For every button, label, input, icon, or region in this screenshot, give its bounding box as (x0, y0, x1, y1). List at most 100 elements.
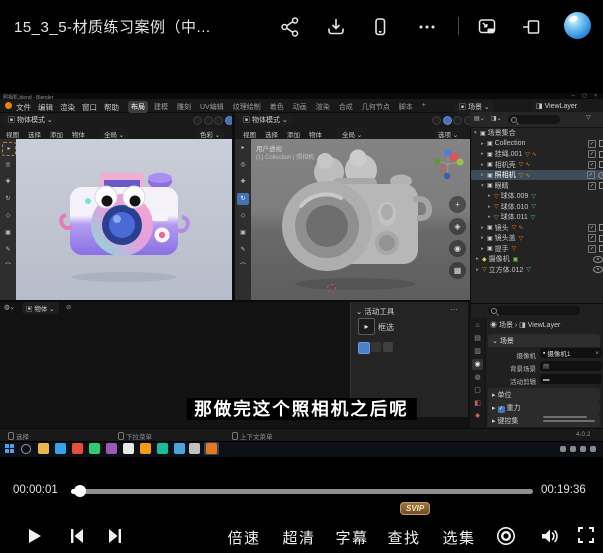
tool-move-icon: ✚ (2, 176, 14, 188)
tab-uv: UV编辑 (197, 101, 227, 113)
outliner-row: ▸▽球体.009▽ (471, 191, 603, 201)
active-clip-value: ▬ (540, 374, 602, 384)
taskbar-app-icon (174, 443, 185, 454)
taskbar-app-icon (106, 443, 117, 454)
tab-modeling: 建模 (151, 101, 171, 113)
right-tool-column: ▸ ◎ ✚ ↻ ◇ ▣ ✎ ⌒ (235, 139, 252, 300)
tool-annotate-icon: ✎ (2, 244, 14, 256)
search-icon (511, 117, 517, 123)
taskbar-search-icon (21, 444, 31, 454)
outliner-row: ▸▣相机壳▽∿✓ (471, 160, 603, 170)
picture-in-picture-icon[interactable] (475, 15, 499, 39)
shader-object-dropdown: ▣ 物体 ⌄ (22, 302, 59, 314)
status-hint: 选择 (8, 431, 29, 441)
search-icon (491, 308, 497, 314)
gravity-panel-header: ▸✓重力 (488, 401, 600, 414)
menu-window: 窗口 (82, 102, 97, 113)
tool-transform-icon: ▣ (2, 227, 14, 239)
scene-panel-header: ⌄ 场景 (488, 334, 600, 347)
play-button[interactable] (22, 524, 46, 548)
menu-file: 文件 (16, 102, 31, 113)
tool-cursor-icon: ◎ (237, 159, 249, 171)
find-button[interactable]: 查找 (380, 527, 428, 548)
tool-measure-icon: ⌒ (237, 261, 249, 273)
subtitles-button[interactable]: 字幕 (328, 527, 376, 548)
menu-render: 渲染 (60, 102, 75, 113)
menu-edit: 编辑 (38, 102, 53, 113)
playback-speed-button[interactable]: 倍速 (220, 527, 268, 548)
tray-icon (560, 446, 566, 452)
background-scene-label: 背景场景 (486, 363, 536, 373)
tool-rotate-icon: ↻ (237, 193, 249, 205)
tool-measure-icon: ⌒ (2, 261, 14, 273)
tray-icon (580, 446, 586, 452)
tool-move-icon: ✚ (237, 176, 249, 188)
rendered-camera-illustration (44, 155, 204, 285)
progress-bar[interactable] (71, 489, 533, 494)
texture-tab-icon: ✸ (472, 411, 483, 422)
grid-view-icon: ▦ (449, 262, 466, 279)
right-menu-add: 添加 (287, 129, 300, 139)
camera-field-label: 摄像机 (486, 350, 536, 360)
tab-geometry-nodes: 几何节点 (359, 101, 393, 113)
left-menu-object: 物体 (72, 129, 85, 139)
taskbar-app-icon (140, 443, 151, 454)
left-menu-add: 添加 (50, 129, 63, 139)
camera-view-icon: ◉ (449, 240, 466, 257)
tray-icon (590, 446, 596, 452)
phone-mirror-icon[interactable] (368, 15, 392, 39)
tool-transform-icon: ▣ (237, 227, 249, 239)
outliner-row: ▸▽球体.010▽ (471, 202, 603, 212)
download-icon[interactable] (324, 15, 348, 39)
color-swatch (371, 342, 381, 352)
taskbar-app-icon (72, 443, 83, 454)
tab-animation: 动画 (290, 101, 310, 113)
right-menu-select: 选择 (265, 129, 278, 139)
outliner-display-mode-icon: ▤⌄ (474, 115, 485, 122)
left-menu-view: 视图 (6, 129, 19, 139)
color-swatch (358, 342, 370, 354)
tab-render: 渲染 (313, 101, 333, 113)
episodes-button[interactable]: 选集 (435, 527, 483, 548)
material-tab-icon: ◧ (472, 398, 483, 409)
outliner-row-selected: ▸▣照相机▽∿✓ (471, 170, 603, 180)
volume-button[interactable] (537, 524, 561, 548)
float-window-icon[interactable] (519, 15, 543, 39)
blender-status-bar (0, 428, 603, 442)
tab-compositing: 合成 (336, 101, 356, 113)
menu-help: 帮助 (104, 102, 119, 113)
more-icon[interactable] (415, 15, 439, 39)
output-tab-icon: ▥ (472, 346, 483, 357)
progress-knob[interactable] (74, 485, 86, 497)
active-tool-panel-header: ⌄ 活动工具 (356, 306, 394, 317)
outliner-row: ▸▽球体.011▽ (471, 212, 603, 222)
outliner-row: ▾▣场景集合 (471, 128, 603, 138)
zoom-icon: + (449, 196, 466, 213)
properties-breadcrumb: ◉ 场景 › ◨ ViewLayer (490, 320, 560, 330)
active-tool-label: 框选 (378, 322, 394, 333)
subtitle-overlay: 那做完这个照相机之后呢 (186, 396, 417, 421)
tool-rotate-icon: ↻ (2, 193, 14, 205)
fullscreen-button[interactable] (574, 523, 598, 547)
tool-select-box-icon: ▸ (237, 142, 249, 154)
pan-hand-icon: ◈ (449, 218, 466, 235)
right-shading-toggle (432, 116, 473, 125)
funnel-filter-icon: ▽ (586, 114, 591, 121)
avatar[interactable] (564, 12, 591, 39)
outliner-row: ▸▽立方体.012▽ (471, 265, 603, 275)
workspace-tabs: 布局 建模 雕刻 UV编辑 纹理绘制 着色 动画 渲染 合成 几何节点 脚本 + (128, 101, 429, 113)
previous-episode-button[interactable] (65, 524, 89, 548)
quality-button[interactable]: 超清 (275, 527, 323, 548)
outliner-row: ▸▣提手▽✓ (471, 244, 603, 254)
next-episode-button[interactable] (103, 524, 127, 548)
tab-sculpting: 雕刻 (174, 101, 194, 113)
loop-mode-button[interactable] (494, 524, 518, 548)
share-icon[interactable] (278, 15, 302, 39)
total-duration: 00:19:36 (541, 484, 586, 496)
outliner-row: ▸▣镜头盖▽✓ (471, 233, 603, 243)
render-tab-icon: ▤ (472, 333, 483, 344)
tool-scale-icon: ◇ (237, 210, 249, 222)
slash-icon: ⊘ (66, 303, 71, 311)
elapsed-time: 00:00:01 (13, 484, 58, 496)
outliner-row: ▸▣镜头▽∿✓ (471, 223, 603, 233)
